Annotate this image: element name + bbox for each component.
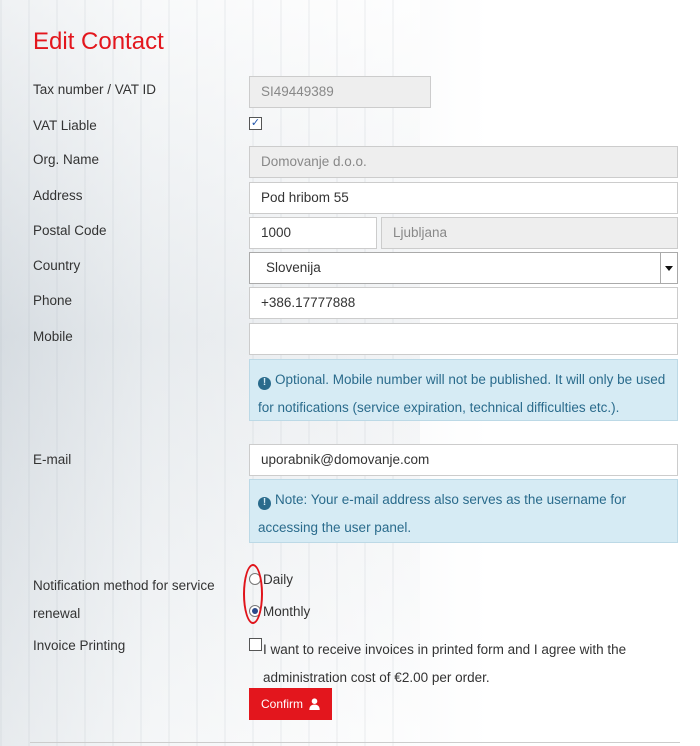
email-info-text: Note: Your e-mail address also serves as… bbox=[258, 492, 627, 535]
vat-liable-checkbox[interactable]: ✓ bbox=[249, 117, 262, 130]
mobile-info-text: Optional. Mobile number will not be publ… bbox=[258, 372, 666, 415]
info-circle-icon: ! bbox=[258, 376, 271, 390]
annotation-ellipse bbox=[243, 564, 263, 624]
org-name-field[interactable]: Domovanje d.o.o. bbox=[249, 146, 678, 178]
tax-field[interactable]: SI49449389 bbox=[249, 76, 431, 108]
page-title: Edit Contact bbox=[33, 28, 164, 55]
invoice-label: Invoice Printing bbox=[33, 638, 126, 653]
postal-code-field[interactable]: 1000 bbox=[249, 217, 377, 249]
notification-label: Notification method for service renewal bbox=[33, 578, 215, 621]
city-field[interactable]: Ljubljana bbox=[381, 217, 678, 249]
country-selected: Slovenija bbox=[266, 260, 321, 275]
tax-label: Tax number / VAT ID bbox=[33, 82, 157, 97]
confirm-button-label: Confirm bbox=[260, 697, 303, 711]
bottom-divider bbox=[30, 742, 680, 743]
country-label: Country bbox=[33, 258, 81, 273]
confirm-button[interactable]: Confirm bbox=[249, 688, 332, 720]
phone-field[interactable]: +386.17777888 bbox=[249, 287, 678, 319]
chevron-down-icon[interactable] bbox=[660, 253, 677, 283]
invoice-checkbox[interactable] bbox=[249, 638, 262, 651]
daily-radio-label[interactable]: Daily bbox=[263, 572, 293, 587]
email-label: E-mail bbox=[33, 452, 72, 467]
mobile-label: Mobile bbox=[33, 329, 73, 344]
invoice-agreement-text: I want to receive invoices in printed fo… bbox=[263, 642, 627, 685]
postal-code-label: Postal Code bbox=[33, 223, 107, 238]
monthly-radio-label[interactable]: Monthly bbox=[263, 604, 310, 619]
address-label: Address bbox=[33, 188, 83, 203]
vat-liable-label: VAT Liable bbox=[33, 118, 97, 133]
mobile-info-box: ! Optional. Mobile number will not be pub… bbox=[249, 359, 678, 421]
phone-label: Phone bbox=[33, 293, 73, 308]
email-field[interactable]: uporabnik@domovanje.com bbox=[249, 444, 678, 476]
org-name-label: Org. Name bbox=[33, 152, 100, 167]
mobile-field[interactable] bbox=[249, 323, 678, 355]
address-field[interactable]: Pod hribom 55 bbox=[249, 182, 678, 214]
info-circle-icon: ! bbox=[258, 496, 271, 510]
user-icon bbox=[309, 698, 320, 710]
email-info-box: ! Note: Your e-mail address also serves a… bbox=[249, 479, 678, 543]
country-select[interactable]: Slovenija bbox=[249, 252, 678, 284]
